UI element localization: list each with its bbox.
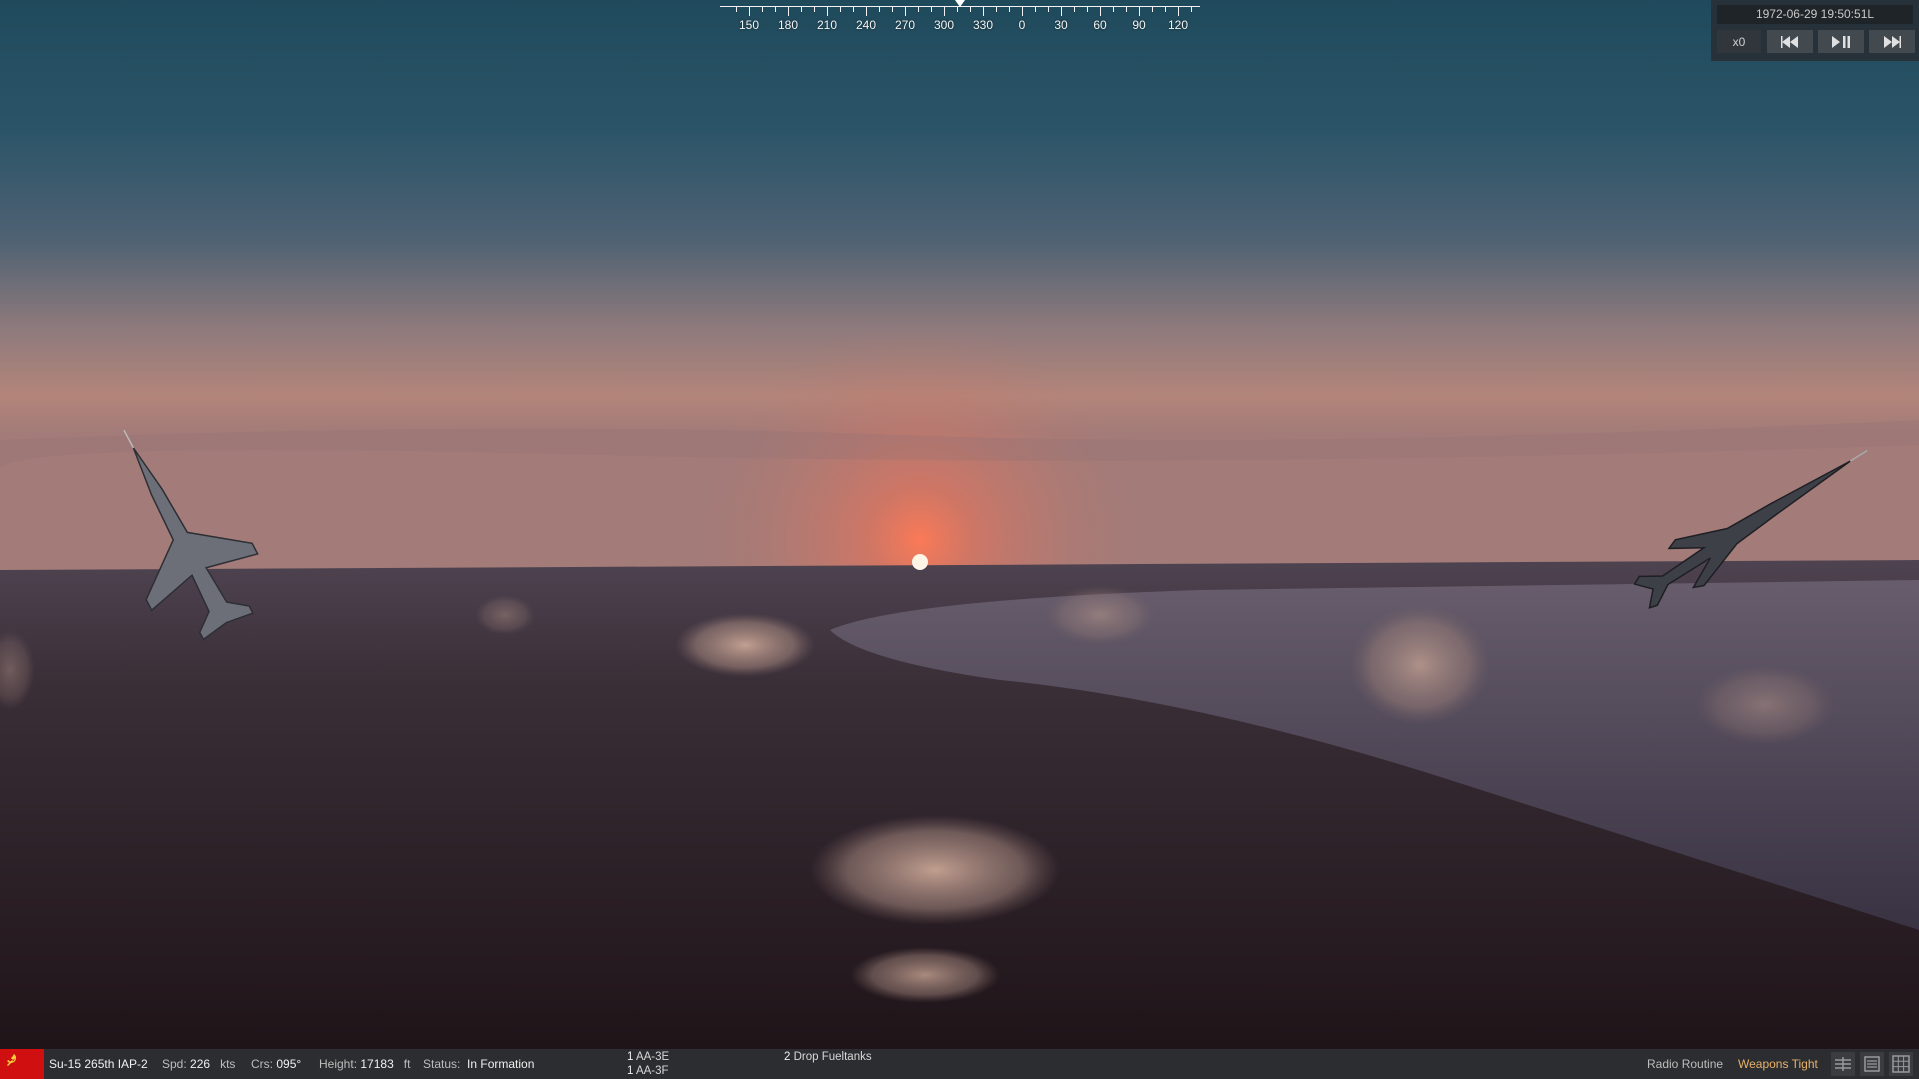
compass-tick	[957, 7, 958, 12]
compass-tick	[1022, 7, 1023, 16]
compass-tick	[1100, 7, 1101, 16]
speed-unit: kts	[220, 1057, 236, 1071]
course-value: 095°	[276, 1057, 302, 1071]
compass-tick	[1074, 7, 1075, 12]
compass-heading-label: 0	[1018, 18, 1026, 32]
compass-tick	[970, 7, 971, 12]
compass-heading-label: 30	[1054, 18, 1068, 32]
compass-tick	[801, 7, 802, 12]
compass-tick	[762, 7, 763, 12]
compass-tick	[853, 7, 854, 12]
list-icon[interactable]	[1860, 1052, 1884, 1076]
compass-tick	[1035, 7, 1036, 12]
height-unit: ft	[403, 1057, 411, 1071]
compass-tick	[892, 7, 893, 12]
compass-tick	[1139, 7, 1140, 16]
compass-heading-label: 60	[1093, 18, 1107, 32]
radio-status-button[interactable]: Radio Routine	[1647, 1049, 1723, 1079]
compass-tick	[1009, 7, 1010, 12]
compass-heading-label: 270	[894, 18, 916, 32]
compass-tick	[983, 7, 984, 16]
height-value: 17183	[360, 1057, 394, 1071]
compass-tick	[827, 7, 828, 16]
3d-scene-view[interactable]	[0, 0, 1919, 1049]
compass-tick	[749, 7, 750, 16]
soviet-flag-icon	[0, 1049, 44, 1079]
loadout-count: 1	[627, 1065, 634, 1077]
fast-forward-button[interactable]	[1869, 30, 1915, 53]
speed-value: 226	[190, 1057, 211, 1071]
compass-heading-label: 180	[777, 18, 799, 32]
play-pause-icon	[1832, 35, 1850, 48]
compass-tick	[944, 7, 945, 16]
unit-status-bar: Su-15 265th IAP-2 Spd: 226 kts Crs: 095°…	[0, 1049, 1919, 1079]
stores-count: 2	[784, 1051, 791, 1063]
compass-heading-label: 210	[816, 18, 838, 32]
compass-tick	[931, 7, 932, 12]
compass-heading-tape: 150 180 210 240 270 300 330 0 30 60 90 120	[720, 0, 1200, 36]
compass-tick	[1152, 7, 1153, 12]
compass-heading-label: 90	[1132, 18, 1146, 32]
status-value: In Formation	[467, 1057, 535, 1071]
loadout-count: 1	[627, 1051, 634, 1063]
loadout-name: AA-3F	[635, 1065, 669, 1077]
loadout-item: 1 AA-3F	[627, 1064, 669, 1078]
compass-tick	[814, 7, 815, 12]
compass-tick	[1178, 7, 1179, 16]
course-readout: Crs: 095°	[251, 1049, 301, 1079]
compass-tick	[866, 7, 867, 16]
compass-tick	[840, 7, 841, 12]
formation-icon[interactable]	[1831, 1052, 1855, 1076]
course-label: Crs:	[251, 1057, 273, 1071]
compass-heading-label: 330	[972, 18, 994, 32]
compass-tick	[1061, 7, 1062, 16]
compass-tick	[918, 7, 919, 12]
rewind-button[interactable]	[1767, 30, 1813, 53]
compass-tick	[1113, 7, 1114, 12]
stores-loadout: 2 Drop Fueltanks	[784, 1050, 872, 1064]
compass-tick	[996, 7, 997, 12]
stores-name: Drop Fueltanks	[793, 1051, 872, 1063]
compass-tick	[1191, 7, 1192, 12]
rewind-icon	[1781, 35, 1798, 48]
weapons-status-button[interactable]: Weapons Tight	[1738, 1049, 1818, 1079]
compass-tick	[1087, 7, 1088, 12]
compass-tick	[736, 7, 737, 12]
heading-pointer-icon	[955, 0, 965, 7]
simulation-time: 1972-06-29 19:50:51L	[1717, 5, 1913, 24]
compass-tick	[1048, 7, 1049, 12]
speed-readout: Spd: 226 kts	[162, 1049, 235, 1079]
compass-tick	[775, 7, 776, 12]
compass-heading-label: 150	[738, 18, 760, 32]
status-label: Status:	[423, 1057, 461, 1071]
compass-tick	[1165, 7, 1166, 12]
loadout-name: AA-3E	[635, 1051, 670, 1063]
hammer-sickle-icon	[7, 1054, 16, 1066]
height-label: Height:	[319, 1057, 358, 1071]
status-readout: Status: In Formation	[423, 1049, 534, 1079]
play-pause-button[interactable]	[1818, 30, 1864, 53]
compass-heading-label: 240	[855, 18, 877, 32]
compass-heading-label: 120	[1167, 18, 1189, 32]
fast-forward-icon	[1884, 35, 1901, 48]
compass-tick	[905, 7, 906, 16]
time-compression-indicator[interactable]: x0	[1717, 30, 1761, 53]
selected-unit-name[interactable]: Su-15 265th IAP-2	[49, 1049, 148, 1079]
loadout-item: 1 AA-3E	[627, 1050, 669, 1064]
height-readout: Height: 17183 ft	[319, 1049, 410, 1079]
compass-tick	[1126, 7, 1127, 12]
compass-tick	[788, 7, 789, 16]
time-control-panel: 1972-06-29 19:50:51L x0	[1711, 0, 1919, 61]
weapon-loadout-list: 1 AA-3E 1 AA-3F	[627, 1050, 669, 1078]
speed-label: Spd:	[162, 1057, 187, 1071]
grid-map-icon[interactable]	[1889, 1052, 1913, 1076]
compass-tick	[879, 7, 880, 12]
compass-heading-label: 300	[933, 18, 955, 32]
